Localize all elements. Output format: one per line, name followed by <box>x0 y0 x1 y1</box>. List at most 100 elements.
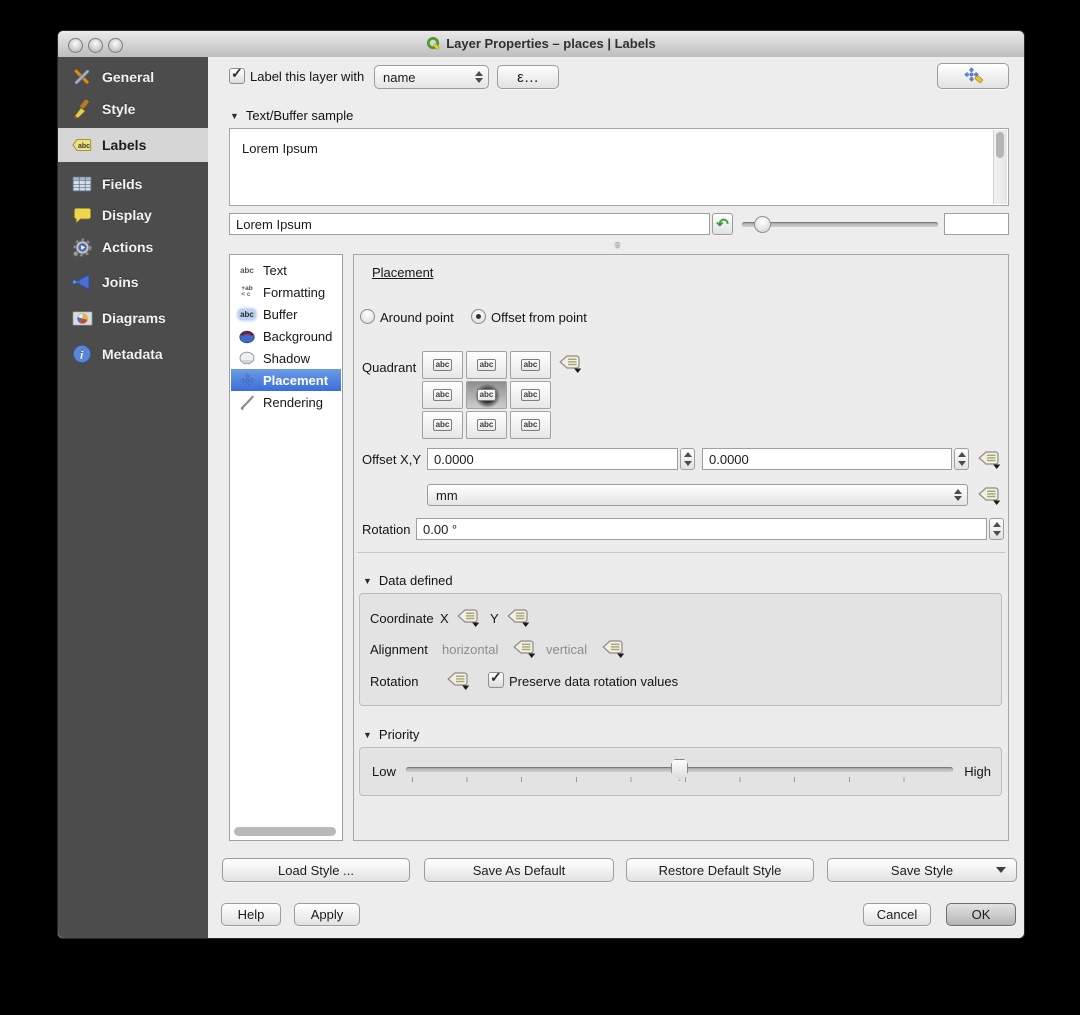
label-layer-label: Label this layer with <box>250 69 365 84</box>
sidebar-item-labels[interactable]: Labels <box>58 128 208 162</box>
offset-from-point-radio[interactable] <box>471 309 486 324</box>
sample-section-header[interactable]: ▼ Text/Buffer sample <box>230 108 353 123</box>
label-layer-checkbox[interactable]: ✓ <box>229 65 245 84</box>
data-defined-section-header[interactable]: ▼ Data defined <box>363 573 453 588</box>
quadrant-data-defined-button[interactable] <box>557 353 583 374</box>
rotation-data-defined-button[interactable] <box>445 670 471 691</box>
vertical-data-defined-button[interactable] <box>600 638 626 659</box>
buffer-abc-icon: abc <box>238 308 256 320</box>
field-select[interactable]: name <box>374 65 489 89</box>
vertical-label: vertical <box>546 642 588 657</box>
tab-text[interactable]: abc Text <box>231 259 341 281</box>
info-icon <box>71 344 93 364</box>
tab-rendering[interactable]: Rendering <box>231 391 341 413</box>
around-point-radio[interactable] <box>360 309 375 324</box>
sidebar-item-actions[interactable]: Actions <box>58 230 208 264</box>
sidebar-item-style[interactable]: Style <box>58 92 208 126</box>
qgis-icon <box>426 36 441 51</box>
quadrant-right-button[interactable]: abc <box>510 381 551 409</box>
data-defined-icon <box>445 670 471 691</box>
data-defined-icon <box>557 353 583 374</box>
priority-section-header[interactable]: ▼ Priority <box>363 727 419 742</box>
ok-button[interactable]: OK <box>946 903 1016 926</box>
help-button[interactable]: Help <box>221 903 281 926</box>
offset-unit-select[interactable]: mm <box>427 484 968 506</box>
priority-box: Low High <box>359 747 1002 796</box>
offset-y-field[interactable]: 0.0000 <box>702 448 952 470</box>
sidebar-item-joins[interactable]: Joins <box>58 265 208 299</box>
apply-button[interactable]: Apply <box>294 903 360 926</box>
offset-x-field[interactable]: 0.0000 <box>427 448 678 470</box>
tab-formatting[interactable]: +ab < c Formatting <box>231 281 341 303</box>
tab-buffer[interactable]: abc Buffer <box>231 303 341 325</box>
quadrant-above-button[interactable]: abc <box>466 351 507 379</box>
slider-handle[interactable] <box>754 216 771 233</box>
select-arrows-icon <box>474 70 484 84</box>
offset-x-stepper[interactable] <box>680 448 695 470</box>
splitter-grip[interactable] <box>614 242 621 249</box>
text-abc-icon: abc <box>240 265 254 275</box>
coordinate-y-label: Y <box>490 611 499 626</box>
quadrant-over-button[interactable]: abc <box>466 381 507 409</box>
save-style-dropdown-button[interactable]: Save Style <box>827 858 1017 882</box>
load-style-button[interactable]: Load Style ... <box>222 858 410 882</box>
sample-scrollbar[interactable] <box>993 130 1007 204</box>
sample-text-input[interactable]: Lorem Ipsum <box>229 213 710 235</box>
pie-chart-icon <box>71 308 93 328</box>
data-defined-icon <box>600 638 626 659</box>
rotation-stepper[interactable] <box>989 518 1004 540</box>
unit-data-defined-button[interactable] <box>976 485 1002 506</box>
sidebar-item-fields[interactable]: Fields <box>58 167 208 201</box>
title-bar[interactable]: Layer Properties – places | Labels <box>58 31 1024 58</box>
sample-size-field[interactable] <box>944 213 1009 235</box>
rendering-brush-icon <box>237 394 257 410</box>
quadrant-left-button[interactable]: abc <box>422 381 463 409</box>
rotation-field[interactable]: 0.00 ° <box>416 518 987 540</box>
tab-placement[interactable]: Placement <box>231 369 341 391</box>
priority-low-label: Low <box>372 764 396 779</box>
quadrant-below-right-button[interactable]: abc <box>510 411 551 439</box>
quadrant-above-left-button[interactable]: abc <box>422 351 463 379</box>
offset-y-stepper[interactable] <box>954 448 969 470</box>
sidebar-item-general[interactable]: General <box>58 60 208 94</box>
tab-shadow[interactable]: Shadow <box>231 347 341 369</box>
data-defined-icon <box>976 449 1002 470</box>
sample-preview-text: Lorem Ipsum <box>242 141 318 156</box>
placement-settings-icon <box>963 67 984 86</box>
data-defined-icon <box>505 607 531 628</box>
layer-properties-dialog: Layer Properties – places | Labels Gener… <box>57 30 1025 939</box>
sidebar-item-display[interactable]: Display <box>58 198 208 232</box>
preserve-rotation-checkbox[interactable]: ✓ <box>488 669 504 688</box>
placement-panel: Placement Around point Offset from point… <box>353 254 1009 841</box>
restore-default-style-button[interactable]: Restore Default Style <box>626 858 814 882</box>
speech-bubble-icon <box>71 205 93 225</box>
dd-rotation-label: Rotation <box>370 674 419 689</box>
quadrant-below-button[interactable]: abc <box>466 411 507 439</box>
coordinate-y-data-defined-button[interactable] <box>505 607 531 628</box>
quadrant-above-right-button[interactable]: abc <box>510 351 551 379</box>
coordinate-x-data-defined-button[interactable] <box>455 607 481 628</box>
horizontal-label: horizontal <box>442 642 499 657</box>
sidebar-item-metadata[interactable]: Metadata <box>58 337 208 371</box>
list-horizontal-scrollbar[interactable] <box>234 827 336 836</box>
quadrant-below-left-button[interactable]: abc <box>422 411 463 439</box>
label-settings-list: abc Text +ab < c Formatting abc Buffer Ba… <box>229 254 343 841</box>
placement-title: Placement <box>372 265 434 280</box>
sample-size-slider[interactable] <box>742 213 938 235</box>
cancel-button[interactable]: Cancel <box>863 903 931 926</box>
horizontal-data-defined-button[interactable] <box>511 638 537 659</box>
alignment-label: Alignment <box>370 642 428 657</box>
save-as-default-button[interactable]: Save As Default <box>424 858 614 882</box>
paintbrush-icon <box>71 99 93 119</box>
coordinate-label: Coordinate <box>370 611 434 626</box>
priority-high-label: High <box>964 764 991 779</box>
offset-data-defined-button[interactable] <box>976 449 1002 470</box>
automated-placement-button[interactable] <box>937 63 1009 89</box>
expression-builder-button[interactable]: ε… <box>497 65 559 89</box>
tab-background[interactable]: Background <box>231 325 341 347</box>
sidebar-item-diagrams[interactable]: Diagrams <box>58 301 208 335</box>
priority-slider[interactable] <box>406 748 953 797</box>
reset-sample-button[interactable]: ↶ <box>712 213 733 235</box>
data-defined-box: Coordinate X Y Alignment horizontal vert… <box>359 593 1002 706</box>
collapse-triangle-icon: ▼ <box>363 729 372 740</box>
